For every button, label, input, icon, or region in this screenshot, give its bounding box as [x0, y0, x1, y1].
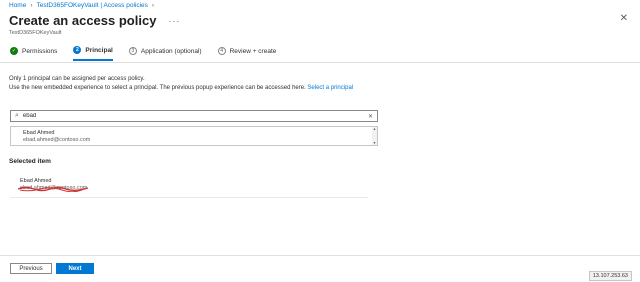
- wizard-steps: ✓ Permissions 2 Principal 3 Application …: [10, 46, 276, 61]
- info-text: Only 1 principal can be assigned per acc…: [9, 75, 353, 92]
- more-options-icon[interactable]: ···: [168, 16, 180, 26]
- result-email: ebad.ahmed@contoso.com: [23, 137, 91, 143]
- tab-review-create[interactable]: 4 Review + create: [217, 46, 277, 61]
- scrollbar[interactable]: ▲ ▼: [372, 127, 377, 145]
- search-box: ⌕ ✕: [10, 110, 378, 122]
- breadcrumb: Home › TestD365FOKeyVault | Access polic…: [9, 2, 154, 9]
- clear-icon[interactable]: ✕: [368, 113, 373, 120]
- step-number-icon: 3: [128, 47, 137, 55]
- step-number-icon: 4: [217, 47, 226, 55]
- search-icon: ⌕: [15, 112, 19, 119]
- chevron-right-icon: ›: [30, 2, 33, 9]
- ip-badge: 13.107.253.63: [588, 271, 632, 281]
- step-label: Permissions: [22, 47, 58, 55]
- selected-email: ebad.ahmed@contoso.com: [18, 185, 88, 192]
- info-line: Use the new embedded experience to selec…: [9, 84, 306, 91]
- tab-application[interactable]: 3 Application (optional): [128, 46, 202, 61]
- step-number-icon: 2: [73, 46, 82, 54]
- step-label: Application (optional): [140, 47, 202, 55]
- search-results: Ebad Ahmed ebad.ahmed@contoso.com ▲ ▼: [10, 126, 378, 146]
- redaction-scribble: [18, 186, 88, 192]
- selected-heading: Selected item: [9, 158, 51, 165]
- step-label: Principal: [85, 46, 113, 54]
- footer-divider: [0, 255, 640, 256]
- breadcrumb-access-policies[interactable]: TestD365FOKeyVault | Access policies: [37, 2, 148, 9]
- tab-principal[interactable]: 2 Principal: [73, 46, 113, 61]
- search-input[interactable]: [22, 111, 368, 121]
- scroll-down-icon[interactable]: ▼: [373, 141, 376, 145]
- divider: [0, 62, 640, 63]
- selected-name: Ebad Ahmed: [20, 178, 52, 184]
- info-line: Only 1 principal can be assigned per acc…: [9, 76, 145, 82]
- next-button[interactable]: Next: [56, 263, 94, 274]
- select-principal-link[interactable]: Select a principal: [307, 85, 353, 91]
- previous-button[interactable]: Previous: [10, 263, 52, 274]
- page-title: Create an access policy: [9, 13, 157, 28]
- checkmark-icon: ✓: [10, 47, 18, 55]
- breadcrumb-home[interactable]: Home: [9, 2, 26, 9]
- page-subtitle: TestD365FOKeyVault: [9, 30, 62, 36]
- step-label: Review + create: [229, 47, 277, 55]
- close-icon[interactable]: ✕: [620, 13, 628, 24]
- list-item[interactable]: Ebad Ahmed ebad.ahmed@contoso.com: [11, 127, 377, 143]
- result-name: Ebad Ahmed: [23, 130, 55, 136]
- scroll-up-icon[interactable]: ▲: [373, 127, 376, 131]
- tab-permissions[interactable]: ✓ Permissions: [10, 46, 57, 61]
- selected-item: Ebad Ahmed ebad.ahmed@contoso.com: [10, 178, 368, 198]
- chevron-right-icon: ›: [151, 2, 155, 9]
